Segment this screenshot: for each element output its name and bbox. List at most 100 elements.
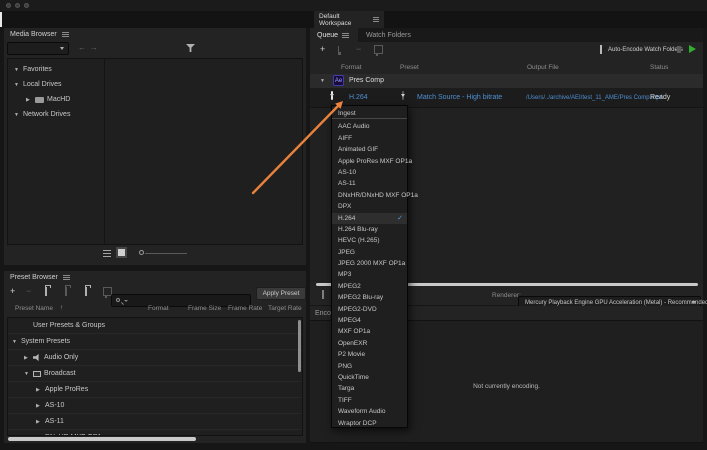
chevron-icon[interactable] [12, 339, 21, 345]
list-view-icon[interactable] [103, 250, 111, 257]
chevron-icon[interactable] [36, 419, 45, 425]
preset-row[interactable]: Audio Only [8, 350, 302, 366]
preset-row[interactable]: System Presets [8, 334, 302, 350]
tab-default-workspace[interactable]: Default Workspace [314, 11, 384, 28]
format-option[interactable]: DPX ✓ [332, 201, 407, 212]
apply-preset-button[interactable]: Apply Preset [256, 287, 306, 300]
format-option[interactable]: MPEG2-DVD ✓ [332, 304, 407, 315]
chevron-icon[interactable] [14, 67, 23, 73]
format-option[interactable]: H.264 ✓ [332, 212, 407, 224]
preset-row[interactable]: AS-10 [8, 398, 302, 414]
format-option[interactable]: MPEG2 ✓ [332, 281, 407, 292]
format-option[interactable]: MPEG2 Blu-ray ✓ [332, 292, 407, 303]
job-output-file[interactable]: /Users/../archive/AEI/test_11_AME/Pres C… [526, 95, 663, 101]
chevron-icon[interactable] [36, 403, 45, 409]
add-source-icon[interactable]: + [320, 45, 325, 54]
format-option[interactable]: OpenEXR ✓ [332, 338, 407, 349]
job-preset[interactable]: Match Source - High bitrate [417, 94, 502, 101]
preset-horizontal-scrollbar[interactable] [8, 437, 196, 441]
queue-bottom-checkbox[interactable] [322, 290, 324, 299]
format-option[interactable]: H.264 Blu-ray ✓ [332, 224, 407, 235]
filter-icon[interactable] [186, 44, 195, 52]
tree-item[interactable]: Favorites [10, 62, 102, 77]
format-option[interactable]: Waveform Audio ✓ [332, 406, 407, 417]
chevron-icon[interactable] [14, 112, 23, 118]
preset-row[interactable]: Apple ProRes [8, 382, 302, 398]
column-output-file[interactable]: Output File [527, 64, 559, 71]
job-format[interactable]: H.264 [349, 94, 368, 101]
format-option[interactable]: MXF OP1a ✓ [332, 326, 407, 337]
zoom-slider-knob[interactable] [139, 250, 144, 255]
format-option[interactable]: AIFF ✓ [332, 133, 407, 144]
tab-watch-folders[interactable]: Watch Folders [366, 32, 411, 39]
column-status[interactable]: Status [650, 64, 668, 71]
thumbnail-view-icon[interactable] [116, 247, 127, 258]
chevron-icon[interactable] [26, 97, 35, 103]
new-preset-group-icon[interactable] [45, 287, 47, 296]
duplicate-icon[interactable] [376, 47, 378, 56]
column-target-rate[interactable]: Target Rate [268, 305, 302, 312]
format-option[interactable]: Ingest ✓ [332, 108, 407, 120]
back-arrow-icon[interactable]: ← [78, 44, 86, 52]
column-frame-size[interactable]: Frame Size [188, 305, 221, 312]
window-zoom-button[interactable] [24, 3, 29, 8]
search-scope-chevron-icon[interactable] [124, 300, 128, 302]
chevron-icon[interactable] [36, 387, 45, 393]
zoom-slider-track[interactable] [145, 253, 187, 254]
window-minimize-button[interactable] [15, 3, 20, 8]
column-preset[interactable]: Preset [400, 64, 419, 71]
preset-settings-icon[interactable] [65, 287, 67, 296]
pause-queue-icon[interactable] [677, 46, 681, 53]
format-option[interactable]: DNxHR/DNxHD MXF OP1a ✓ [332, 190, 418, 201]
media-browser-panel-menu-icon[interactable] [61, 32, 69, 37]
preset-dropdown-button[interactable] [402, 91, 404, 100]
chevron-icon[interactable] [14, 82, 23, 88]
panel-menu-icon[interactable] [372, 17, 379, 22]
format-option[interactable]: TIFF ✓ [332, 395, 407, 406]
tab-queue[interactable]: Queue [310, 28, 358, 42]
sort-ascending-icon[interactable]: ↑ [60, 304, 63, 311]
format-option[interactable]: PNG ✓ [332, 361, 407, 372]
preset-vertical-scrollbar[interactable] [298, 320, 301, 372]
add-output-icon[interactable] [338, 46, 339, 54]
window-close-button[interactable] [6, 3, 11, 8]
chevron-icon[interactable] [24, 371, 33, 377]
format-option[interactable]: Wraptor DCP ✓ [332, 418, 407, 429]
tree-item[interactable]: Local Drives [10, 77, 102, 92]
media-source-select[interactable] [7, 42, 69, 55]
format-option[interactable]: Animated GIF ✓ [332, 144, 407, 155]
format-option[interactable]: QuickTime ✓ [332, 372, 407, 383]
preset-row[interactable]: AS-11 [8, 414, 302, 430]
format-option[interactable]: AAC Audio ✓ [332, 121, 407, 132]
pane-divider[interactable] [104, 59, 105, 244]
format-option[interactable]: AS-10 ✓ [332, 167, 407, 178]
format-option[interactable]: Targa ✓ [332, 383, 407, 394]
format-option[interactable]: MP3 ✓ [332, 269, 407, 280]
column-preset-name[interactable]: Preset Name [15, 305, 53, 312]
export-preset-icon[interactable] [105, 289, 107, 298]
format-option[interactable]: MPEG4 ✓ [332, 315, 407, 326]
import-preset-icon[interactable] [85, 287, 87, 296]
preset-browser-panel-menu-icon[interactable] [62, 275, 70, 280]
column-format[interactable]: Format [341, 64, 362, 71]
format-dropdown-button[interactable] [331, 91, 333, 100]
format-option[interactable]: P2 Movie ✓ [332, 349, 407, 360]
format-option[interactable]: JPEG ✓ [332, 247, 407, 258]
forward-arrow-icon[interactable]: → [90, 44, 98, 52]
format-option[interactable]: AS-11 ✓ [332, 178, 407, 189]
format-option[interactable]: JPEG 2000 MXF OP1a ✓ [332, 258, 407, 269]
tree-item[interactable]: Network Drives [10, 107, 102, 122]
auto-encode-checkbox[interactable] [600, 45, 602, 54]
queue-panel-menu-icon[interactable] [342, 32, 350, 38]
column-format[interactable]: Format [148, 305, 169, 312]
format-option[interactable]: HEVC (H.265) ✓ [332, 235, 407, 246]
chevron-icon[interactable] [36, 435, 45, 436]
preset-row[interactable]: Broadcast [8, 366, 302, 382]
chevron-icon[interactable] [24, 355, 33, 361]
tree-item[interactable]: MacHD [10, 92, 102, 107]
start-queue-icon[interactable] [689, 45, 696, 53]
queue-group-row[interactable]: Ae Pres Comp [310, 74, 703, 88]
preset-row[interactable]: User Presets & Groups [8, 318, 302, 334]
add-preset-icon[interactable]: + [10, 287, 15, 296]
format-option[interactable]: Apple ProRes MXF OP1a ✓ [332, 156, 412, 167]
